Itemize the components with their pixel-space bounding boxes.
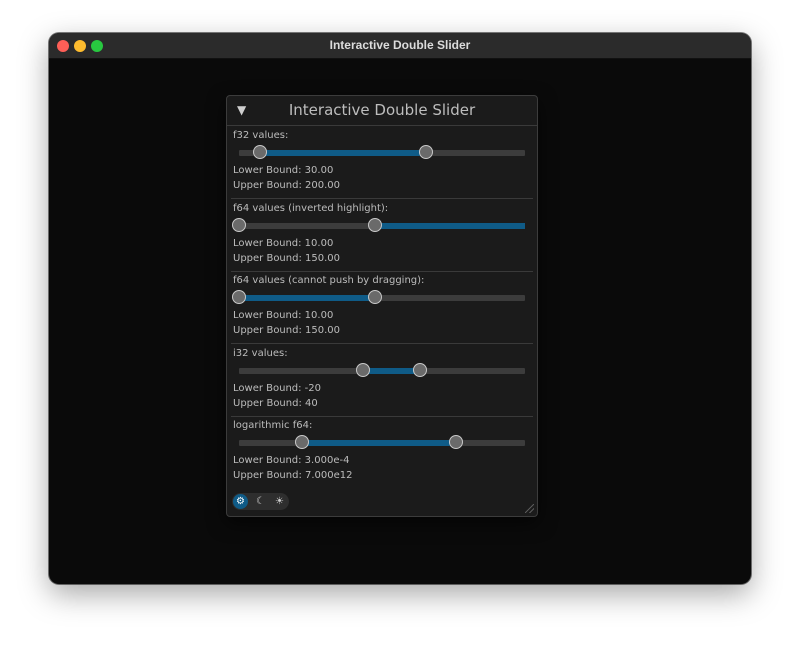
settings-icon: ⚙ (236, 496, 245, 507)
upper-bound-text: Upper Bound: 200.00 (233, 180, 340, 191)
theme-dark-button[interactable]: ☾ (253, 494, 268, 509)
double-slider-track[interactable] (239, 145, 525, 159)
slider-highlight (239, 295, 375, 301)
panel-header[interactable]: ▼ Interactive Double Slider (227, 96, 537, 126)
slider-panel: ▼ Interactive Double Slider f32 values: L… (226, 95, 538, 517)
panel-title: Interactive Double Slider (288, 101, 476, 119)
double-slider-track[interactable] (239, 362, 525, 377)
app-window: Interactive Double Slider ▼ Interactive … (49, 33, 751, 584)
window-title: Interactive Double Slider (329, 38, 471, 52)
lower-bound-text: Lower Bound: -20 (233, 382, 322, 394)
upper-bound-text: Upper Bound: 150.00 (233, 252, 340, 264)
slider-label: f32 values: (233, 130, 289, 141)
slider-section: logarithmic f64: Lower Bound: 3.000e-4 Upp… (227, 416, 537, 489)
slider-section: f64 values (cannot push by dragging): Low… (227, 271, 537, 344)
lower-bound-text: Lower Bound: 30.00 (233, 165, 334, 176)
lower-handle[interactable] (356, 362, 371, 377)
lower-bound-text: Lower Bound: 10.00 (233, 237, 334, 249)
slider-label: f64 values (cannot push by dragging): (233, 275, 425, 286)
lower-handle[interactable] (232, 290, 246, 304)
slider-highlight (260, 150, 427, 156)
slider-highlight (374, 222, 525, 229)
slider-label: i32 values: (233, 347, 288, 359)
upper-handle[interactable] (419, 145, 434, 159)
upper-handle[interactable] (367, 290, 382, 304)
upper-handle[interactable] (448, 435, 463, 449)
moon-icon: ☾ (256, 496, 265, 507)
upper-handle[interactable] (413, 362, 428, 377)
upper-bound-text: Upper Bound: 150.00 (233, 325, 340, 336)
lower-handle[interactable] (253, 145, 268, 159)
sun-icon: ☀ (275, 496, 284, 507)
window-titlebar[interactable]: Interactive Double Slider (49, 33, 751, 59)
theme-system-button[interactable]: ⚙ (233, 494, 248, 509)
theme-light-button[interactable]: ☀ (272, 494, 287, 509)
upper-bound-text: Upper Bound: 40 (233, 397, 318, 409)
slider-label: f64 values (inverted highlight): (233, 202, 389, 214)
lower-handle[interactable] (232, 217, 246, 232)
slider-highlight (301, 440, 456, 446)
slider-section: i32 values: Lower Bound: -20 Upper Bound: … (227, 344, 537, 417)
double-slider-track[interactable] (232, 290, 525, 304)
theme-switch: ⚙ ☾ ☀ (232, 493, 289, 510)
slider-section: f32 values: Lower Bound: 30.00 Upper Bound… (227, 126, 537, 199)
lower-bound-text: Lower Bound: 10.00 (233, 310, 334, 321)
slider-label: logarithmic f64: (233, 420, 313, 431)
slider-section: f64 values (inverted highlight): Lower Bo… (227, 199, 537, 272)
upper-handle[interactable] (367, 217, 382, 232)
upper-bound-text: Upper Bound: 7.000e12 (233, 470, 353, 481)
double-slider-track[interactable] (232, 217, 525, 232)
lower-bound-text: Lower Bound: 3.000e-4 (233, 455, 350, 466)
lower-handle[interactable] (294, 435, 309, 449)
slider-highlight (363, 367, 421, 374)
double-slider-track[interactable] (239, 435, 525, 449)
resize-grip-icon[interactable] (525, 504, 534, 513)
